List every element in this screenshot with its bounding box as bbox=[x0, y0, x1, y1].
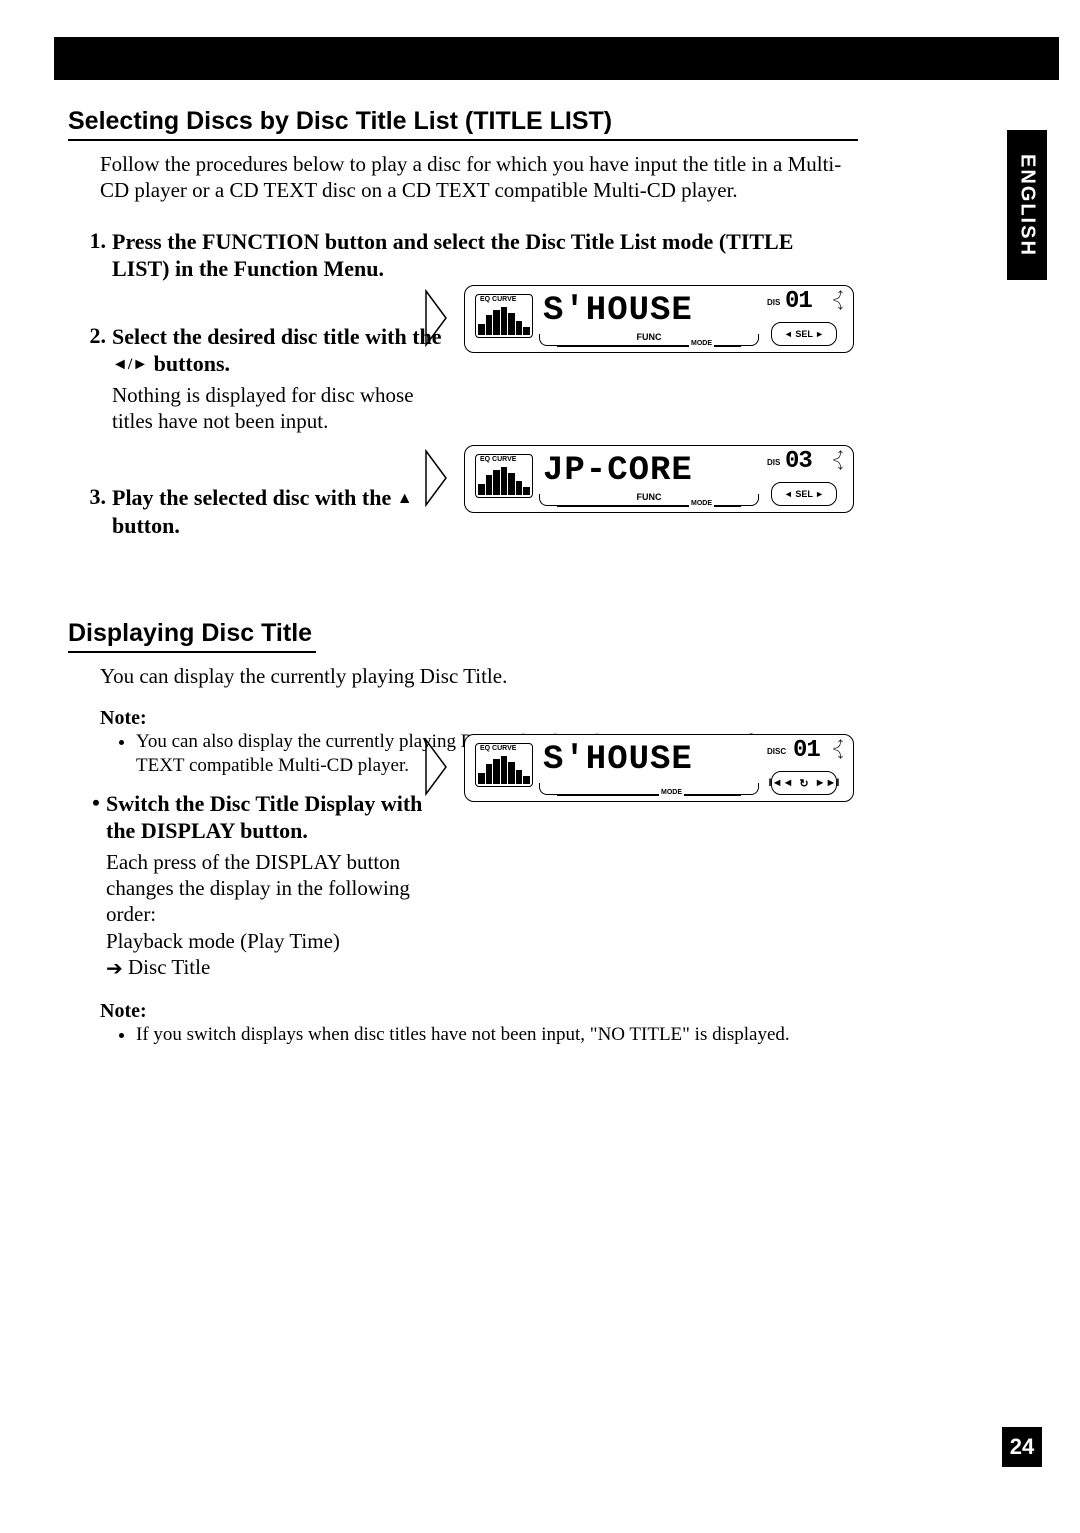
bullet-desc2: Playback mode (Play Time) bbox=[106, 928, 436, 954]
step3-title: Play the selected disc with the ▲ button… bbox=[112, 484, 442, 539]
note-label: Note: bbox=[100, 1000, 858, 1023]
eq-curve-box: EQ CURVE bbox=[475, 294, 533, 338]
section2-intro: You can display the currently playing Di… bbox=[100, 663, 858, 689]
eq-curve-box: EQ CURVE bbox=[475, 743, 533, 787]
sel-box: ◄ SEL ► bbox=[771, 482, 837, 506]
bullet-desc3: ➔ Disc Title bbox=[106, 954, 436, 982]
lcd-underline: MODE bbox=[539, 783, 759, 797]
loop-icon: ↻ bbox=[799, 777, 808, 790]
step2-desc: Nothing is displayed for disc whose titl… bbox=[112, 382, 442, 435]
disc-label: DIS bbox=[767, 298, 780, 307]
cursor-right-icon bbox=[424, 289, 448, 347]
updown-icon: ⤴⤵ bbox=[833, 292, 843, 312]
next-track-icon: ►►I bbox=[815, 777, 840, 789]
eq-bars-icon bbox=[478, 756, 530, 784]
eq-bars-icon bbox=[478, 467, 530, 495]
header-black-banner bbox=[54, 37, 1059, 80]
cursor-right-icon bbox=[424, 738, 448, 796]
mode-label: MODE bbox=[689, 500, 714, 507]
disc-number: 03 bbox=[785, 448, 812, 475]
step-number: 2. bbox=[78, 323, 106, 435]
mode-label: MODE bbox=[689, 340, 714, 347]
page-number: 24 bbox=[1002, 1427, 1042, 1467]
lcd-right-cluster: DIS 03 ⤴⤵ ◄ SEL ► bbox=[767, 450, 845, 508]
section2-title: Displaying Disc Title bbox=[68, 619, 316, 653]
eq-bars-icon bbox=[478, 307, 530, 335]
up-triangle-icon: ▲ bbox=[397, 489, 413, 509]
disc-number: 01 bbox=[793, 737, 820, 764]
note2-item: If you switch displays when disc titles … bbox=[136, 1023, 858, 1047]
updown-icon: ⤴⤵ bbox=[833, 452, 843, 472]
page-number-value: 24 bbox=[1010, 1434, 1034, 1460]
step-number: 1. bbox=[78, 228, 106, 283]
language-tab: ENGLISH bbox=[1007, 130, 1047, 280]
step-number: 3. bbox=[78, 484, 106, 539]
bullet-desc3-text: Disc Title bbox=[123, 955, 211, 979]
lcd-main-text: JP-CORE bbox=[543, 452, 693, 490]
sel-box: ◄ SEL ► bbox=[771, 322, 837, 346]
lcd-frame: EQ CURVE S'HOUSE FUNC MODE DIS 01 ⤴⤵ ◄ S… bbox=[464, 285, 854, 353]
note2-list: If you switch displays when disc titles … bbox=[118, 1023, 858, 1047]
disc-label: DIS bbox=[767, 458, 780, 467]
lcd-frame: EQ CURVE JP-CORE FUNC MODE DIS 03 ⤴⤵ ◄ S… bbox=[464, 445, 854, 513]
lcd-underline: FUNC MODE bbox=[539, 494, 759, 508]
skip-box: I◄◄ ↻ ►►I bbox=[771, 771, 837, 795]
bullet-title: Switch the Disc Title Display with the D… bbox=[106, 790, 436, 845]
eq-curve-label: EQ CURVE bbox=[480, 456, 516, 463]
step-1: 1. Press the FUNCTION button and select … bbox=[78, 228, 858, 283]
disc-label: DISC bbox=[767, 747, 786, 756]
section1-title: Selecting Discs by Disc Title List (TITL… bbox=[68, 107, 858, 141]
cursor-right-icon bbox=[424, 449, 448, 507]
display-illustration-1: EQ CURVE S'HOUSE FUNC MODE DIS 01 ⤴⤵ ◄ S… bbox=[424, 285, 854, 357]
step1-title: Press the FUNCTION button and select the… bbox=[112, 228, 812, 283]
lcd-underline: FUNC MODE bbox=[539, 334, 759, 348]
step2-title: Select the desired disc title with the ◄… bbox=[112, 323, 442, 378]
disc-number: 01 bbox=[785, 288, 812, 315]
bullet-icon: • bbox=[86, 790, 106, 982]
step2-title-pre: Select the desired disc title with the bbox=[112, 324, 442, 349]
language-label: ENGLISH bbox=[1016, 154, 1039, 257]
lcd-frame: EQ CURVE S'HOUSE MODE DISC 01 ⤴⤵ I◄◄ ↻ ►… bbox=[464, 734, 854, 802]
section1-intro: Follow the procedures below to play a di… bbox=[100, 151, 858, 204]
eq-curve-box: EQ CURVE bbox=[475, 454, 533, 498]
page-content: Selecting Discs by Disc Title List (TITL… bbox=[68, 107, 858, 1047]
right-arrow-icon: ➔ bbox=[106, 957, 123, 982]
func-label: FUNC bbox=[634, 332, 665, 342]
lcd-right-cluster: DISC 01 ⤴⤵ I◄◄ ↻ ►►I bbox=[767, 739, 845, 797]
section2: Displaying Disc Title You can display th… bbox=[68, 619, 858, 1047]
prev-track-icon: I◄◄ bbox=[769, 777, 794, 789]
display-illustration-3: EQ CURVE S'HOUSE MODE DISC 01 ⤴⤵ I◄◄ ↻ ►… bbox=[424, 734, 854, 806]
eq-curve-label: EQ CURVE bbox=[480, 745, 516, 752]
lcd-main-text: S'HOUSE bbox=[543, 741, 693, 779]
display-illustration-2: EQ CURVE JP-CORE FUNC MODE DIS 03 ⤴⤵ ◄ S… bbox=[424, 445, 854, 517]
step3-title-post: button. bbox=[112, 513, 180, 538]
note-label: Note: bbox=[100, 707, 858, 730]
left-right-triangle-icon: ◄/► bbox=[112, 355, 148, 375]
step2-title-post: buttons. bbox=[148, 351, 230, 376]
func-label: FUNC bbox=[634, 492, 665, 502]
updown-icon: ⤴⤵ bbox=[833, 741, 843, 761]
bullet-step: • Switch the Disc Title Display with the… bbox=[86, 790, 858, 982]
bullet-desc1: Each press of the DISPLAY button changes… bbox=[106, 849, 436, 928]
lcd-right-cluster: DIS 01 ⤴⤵ ◄ SEL ► bbox=[767, 290, 845, 348]
eq-curve-label: EQ CURVE bbox=[480, 296, 516, 303]
lcd-main-text: S'HOUSE bbox=[543, 292, 693, 330]
step3-title-pre: Play the selected disc with the bbox=[112, 485, 397, 510]
mode-label: MODE bbox=[659, 789, 684, 796]
